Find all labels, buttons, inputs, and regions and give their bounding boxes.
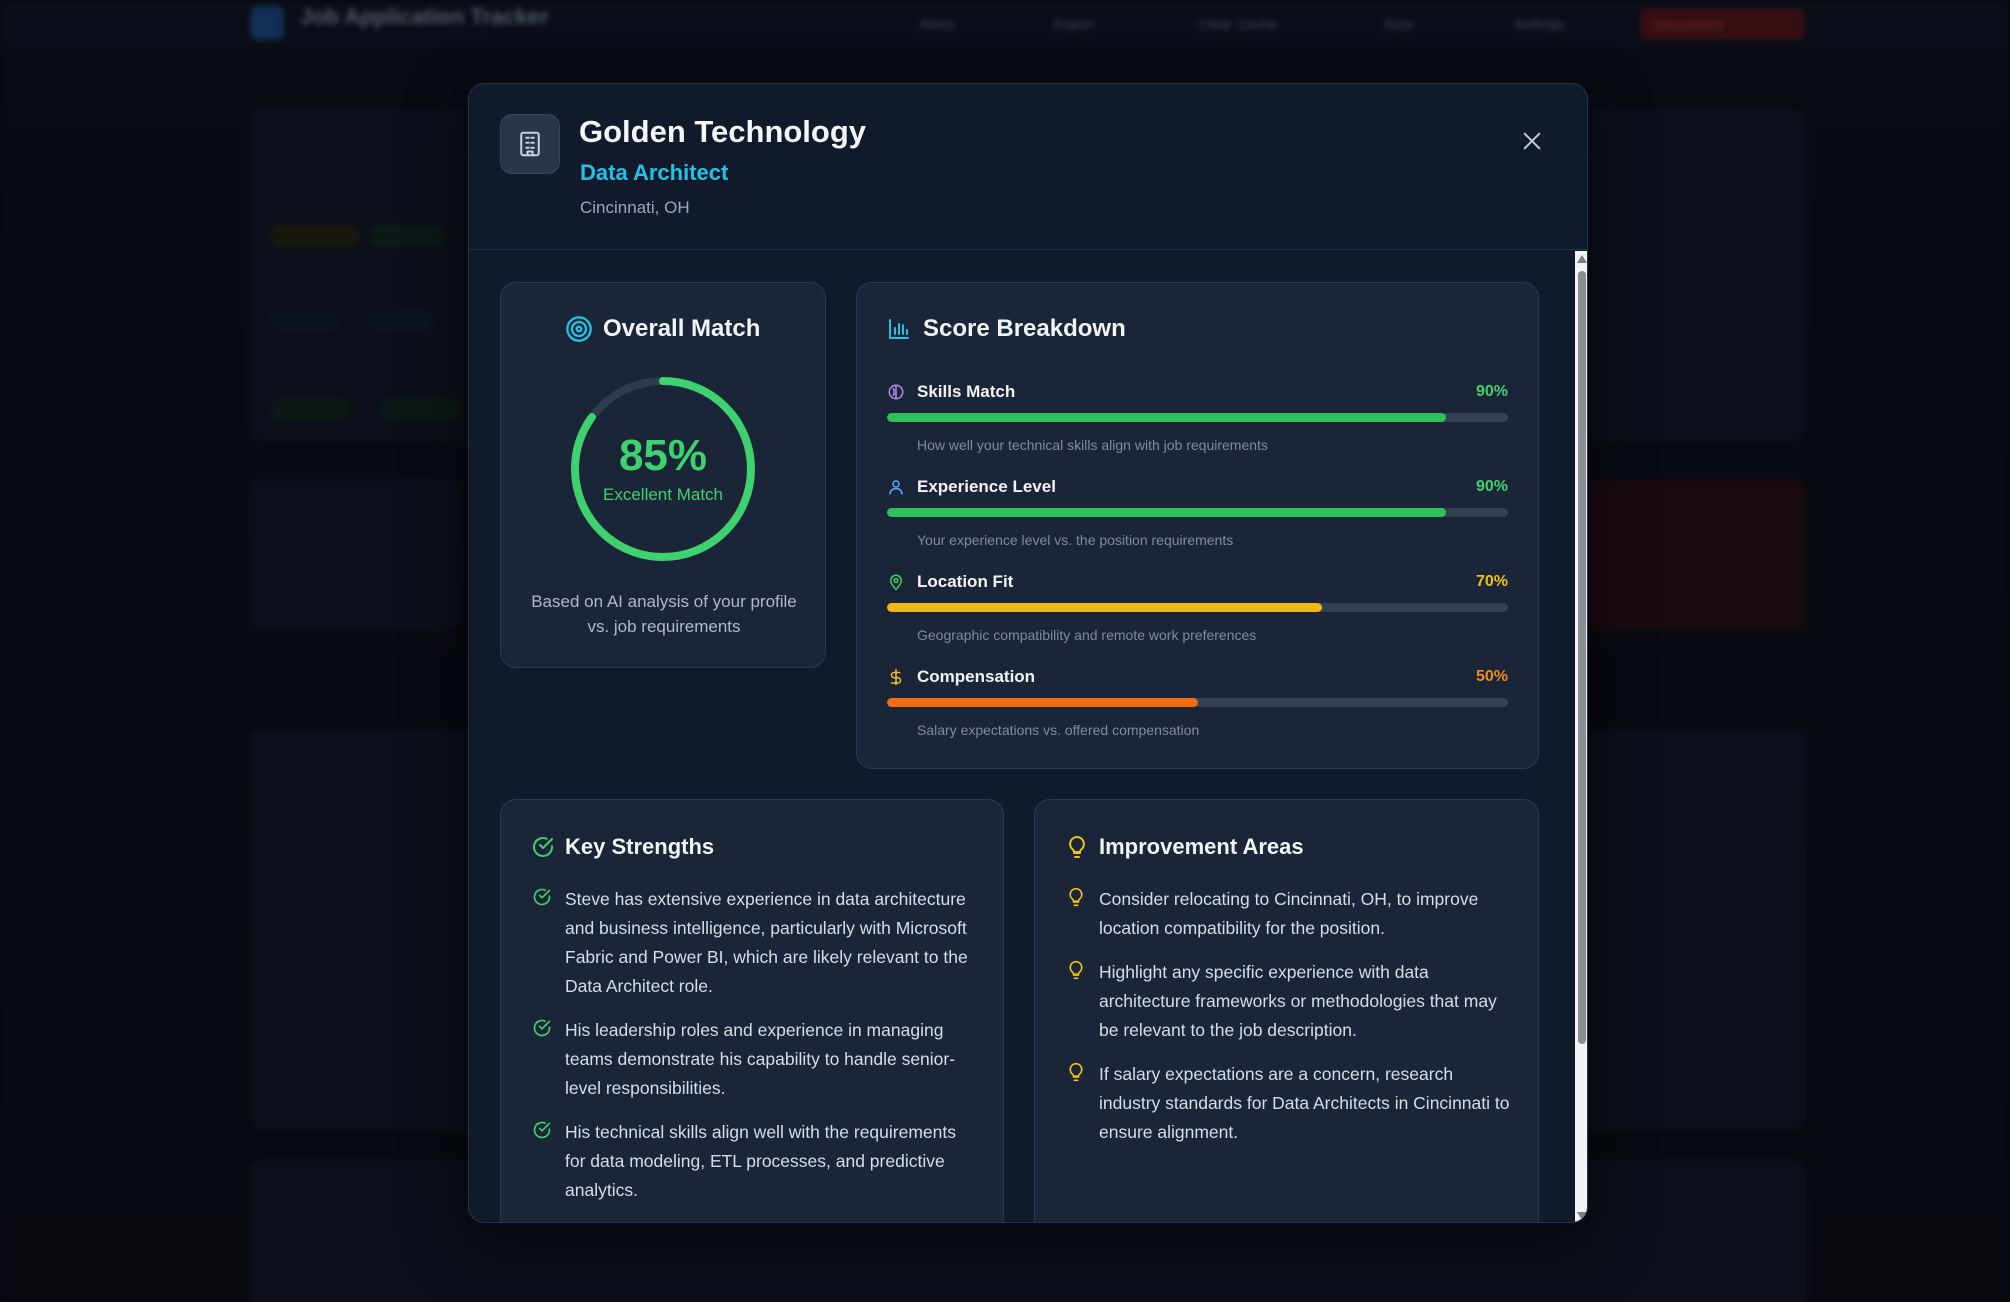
- overall-rating: Excellent Match: [603, 485, 723, 504]
- metric-bar-track: [887, 413, 1508, 422]
- bar-chart-icon: [889, 319, 909, 339]
- strength-item: His leadership roles and experience in m…: [531, 1016, 981, 1103]
- strength-text: Steve has extensive experience in data a…: [565, 889, 968, 996]
- check-circle-icon: [533, 888, 551, 906]
- metric-description: Your experience level vs. the position r…: [917, 532, 1234, 548]
- match-gauge: 85% Excellent Match: [567, 373, 759, 565]
- metric-value: 50%: [1475, 668, 1508, 685]
- metric-bar-track: [887, 698, 1508, 707]
- company-name: Golden Technology: [579, 114, 867, 149]
- check-circle-icon: [533, 837, 553, 857]
- check-circle-icon: [533, 1121, 551, 1139]
- metric-value: 70%: [1475, 573, 1508, 590]
- metric-compensation: Compensation 50% Salary expectations vs.…: [887, 665, 1508, 755]
- modal-scrollbar[interactable]: [1575, 251, 1587, 1222]
- metric-name: Experience Level: [917, 477, 1056, 496]
- app-title: Job Application Tracker: [300, 4, 549, 29]
- metric-name: Skills Match: [917, 382, 1016, 401]
- breakdown-title: Score Breakdown: [923, 315, 1126, 342]
- bg-chip: [270, 398, 350, 420]
- improvement-text: If salary expectations are a concern, re…: [1099, 1064, 1510, 1142]
- improvements-title-row: Improvement Areas: [1065, 834, 1304, 860]
- metric-description: How well your technical skills align wit…: [917, 437, 1268, 453]
- modal-header: Golden Technology Data Architect Cincinn…: [469, 84, 1587, 250]
- improvement-item: If salary expectations are a concern, re…: [1065, 1060, 1515, 1147]
- check-circle-icon: [533, 1019, 551, 1037]
- metric-skills-match: Skills Match 90% How well your technical…: [887, 380, 1508, 470]
- metric-bar-track: [887, 508, 1508, 517]
- bg-chip: [370, 225, 445, 247]
- metric-description: Geographic compatibility and remote work…: [917, 627, 1257, 643]
- metric-bar-track: [887, 603, 1508, 612]
- bg-chip: [380, 398, 460, 420]
- metric-description: Salary expectations vs. offered compensa…: [917, 722, 1200, 738]
- nav-export[interactable]: Export: [1040, 8, 1108, 40]
- brain-icon: [888, 384, 904, 400]
- improvement-text: Highlight any specific experience with d…: [1099, 962, 1497, 1040]
- background-stat-card: [1580, 480, 1805, 630]
- lightbulb-icon: [1069, 835, 1085, 858]
- job-title: Data Architect: [580, 160, 729, 185]
- strength-text: His technical skills align well with the…: [565, 1122, 956, 1200]
- metric-bar-fill: [887, 698, 1198, 707]
- breakdown-title-row: Score Breakdown: [887, 315, 1126, 343]
- nav-clear-cache[interactable]: Clear Cache: [1185, 8, 1291, 40]
- strength-text: His leadership roles and experience in m…: [565, 1020, 956, 1098]
- nav-alerts[interactable]: Alerts: [905, 8, 969, 40]
- improvement-areas-card: Improvement Areas Consider relocating to…: [1034, 799, 1539, 1222]
- building-icon: [520, 131, 540, 157]
- scroll-down-arrow[interactable]: [1577, 1212, 1587, 1220]
- improvement-item: Highlight any specific experience with d…: [1065, 958, 1515, 1045]
- user-icon: [889, 480, 903, 495]
- scroll-up-arrow[interactable]: [1577, 255, 1587, 263]
- strengths-list: Steve has extensive experience in data a…: [531, 885, 981, 1220]
- metric-value: 90%: [1475, 478, 1508, 495]
- background-stat-card: [250, 480, 460, 630]
- match-details-modal: Golden Technology Data Architect Cincinn…: [468, 83, 1588, 1223]
- overall-title: Overall Match: [603, 315, 761, 342]
- metric-bar-fill: [887, 603, 1322, 612]
- scroll-thumb[interactable]: [1578, 271, 1586, 1044]
- target-icon: [566, 316, 592, 342]
- metric-bar-fill: [887, 413, 1446, 422]
- app-logo: [250, 6, 284, 40]
- strength-item: Steve has extensive experience in data a…: [531, 885, 981, 1001]
- metric-name: Compensation: [917, 667, 1036, 686]
- lightbulb-icon: [1069, 887, 1083, 907]
- strengths-title: Key Strengths: [565, 834, 715, 859]
- bg-chip: [270, 310, 340, 332]
- improvements-list: Consider relocating to Cincinnati, OH, t…: [1065, 885, 1515, 1162]
- key-strengths-card: Key Strengths Steve has extensive experi…: [500, 799, 1004, 1222]
- background-topbar: Job Application Tracker Alerts Export Cl…: [0, 0, 2010, 46]
- bg-chip: [365, 310, 435, 332]
- map-pin-icon: [889, 574, 903, 591]
- improvement-item: Consider relocating to Cincinnati, OH, t…: [1065, 885, 1515, 943]
- metric-bar-fill: [887, 508, 1446, 517]
- bg-chip: [270, 225, 360, 247]
- nav-sync[interactable]: Sync: [1370, 8, 1429, 40]
- close-button[interactable]: [1515, 124, 1549, 158]
- improvement-text: Consider relocating to Cincinnati, OH, t…: [1099, 889, 1479, 938]
- company-icon-box: [500, 114, 560, 174]
- job-location: Cincinnati, OH: [580, 198, 690, 217]
- metric-name: Location Fit: [917, 572, 1014, 591]
- improvements-title: Improvement Areas: [1099, 834, 1304, 859]
- metric-location-fit: Location Fit 70% Geographic compatibilit…: [887, 570, 1508, 660]
- lightbulb-icon: [1069, 1062, 1083, 1082]
- close-icon[interactable]: [1521, 130, 1543, 152]
- lightbulb-icon: [1069, 960, 1083, 980]
- overall-match-card: Overall Match 85% Excellent Match Based …: [500, 282, 826, 668]
- strength-item: His technical skills align well with the…: [531, 1118, 981, 1205]
- dollar-icon: [890, 668, 902, 686]
- overall-score: 85%: [618, 431, 708, 480]
- score-breakdown-card: Score Breakdown Skills Match 90% How wel…: [856, 282, 1539, 769]
- modal-body: Overall Match 85% Excellent Match Based …: [469, 251, 1575, 1222]
- overall-title-row: Overall Match: [565, 315, 760, 343]
- nav-disconnect[interactable]: Disconnect: [1640, 8, 1805, 40]
- nav-settings[interactable]: Settings: [1500, 8, 1579, 40]
- strengths-title-row: Key Strengths: [531, 834, 714, 860]
- metric-experience-level: Experience Level 90% Your experience lev…: [887, 475, 1508, 565]
- metric-value: 90%: [1475, 383, 1508, 400]
- overall-note: Based on AI analysis of your profile vs.…: [531, 592, 797, 636]
